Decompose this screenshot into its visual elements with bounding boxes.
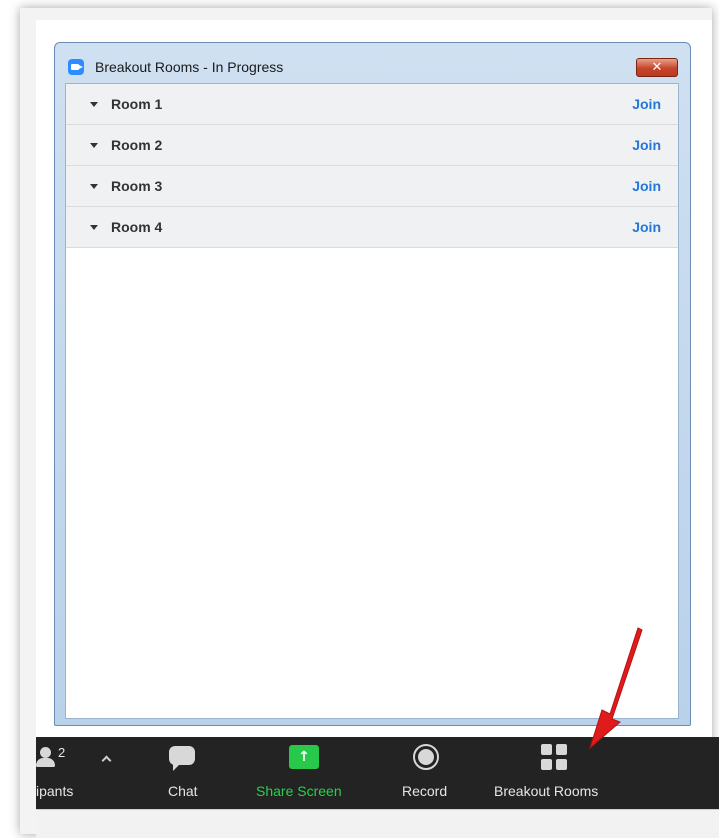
chevron-down-icon[interactable] [90, 225, 98, 230]
room-name: Room 2 [111, 137, 163, 153]
breakout-rooms-window: Breakout Rooms - In Progress ✕ Room 1 Jo… [54, 42, 691, 726]
participants-button[interactable]: 2 ipants [36, 737, 106, 809]
close-button[interactable]: ✕ [636, 58, 678, 77]
red-arrow-annotation [588, 627, 643, 750]
chevron-down-icon[interactable] [90, 184, 98, 189]
breakout-grid-cell [541, 759, 552, 770]
room-row[interactable]: Room 2 Join [66, 125, 678, 166]
caret-up-icon [101, 755, 112, 766]
share-screen-button[interactable]: ↑ Share Screen [256, 737, 356, 809]
chevron-down-icon[interactable] [90, 102, 98, 107]
room-row[interactable]: Room 4 Join [66, 207, 678, 248]
breakout-grid-cell [541, 744, 552, 755]
participants-icon-head [40, 747, 51, 758]
breakout-grid-cell [556, 744, 567, 755]
join-room-2-link[interactable]: Join [632, 137, 661, 153]
room-name: Room 1 [111, 96, 163, 112]
share-screen-icon: ↑ [289, 745, 319, 769]
share-screen-label: Share Screen [256, 783, 342, 799]
chat-icon [169, 746, 195, 771]
bottom-strip [36, 809, 719, 838]
breakout-rooms-icon [541, 744, 567, 770]
record-label: Record [402, 783, 448, 799]
chat-label: Chat [168, 783, 198, 799]
zoom-camera-icon [68, 59, 84, 75]
chat-button[interactable]: Chat [163, 737, 213, 809]
room-list: Room 1 Join Room 2 Join Room 3 Join Room… [65, 83, 679, 719]
join-room-3-link[interactable]: Join [632, 178, 661, 194]
participants-icon [36, 747, 58, 767]
record-icon-dot [418, 749, 434, 765]
room-row[interactable]: Room 1 Join [66, 84, 678, 125]
participants-count: 2 [58, 745, 66, 760]
window-title: Breakout Rooms - In Progress [95, 59, 284, 75]
window-titlebar[interactable]: Breakout Rooms - In Progress ✕ [55, 43, 690, 83]
join-room-1-link[interactable]: Join [632, 96, 661, 112]
room-row[interactable]: Room 3 Join [66, 166, 678, 207]
breakout-grid-cell [556, 759, 567, 770]
record-icon [413, 744, 439, 770]
chevron-down-icon[interactable] [90, 143, 98, 148]
room-name: Room 3 [111, 178, 163, 194]
participants-options-caret[interactable] [100, 753, 114, 767]
participants-icon-body [36, 758, 55, 767]
join-room-4-link[interactable]: Join [632, 219, 661, 235]
room-name: Room 4 [111, 219, 163, 235]
breakout-rooms-label: Breakout Rooms [494, 783, 599, 799]
record-button[interactable]: Record [399, 737, 459, 809]
participants-label: ipants [36, 783, 74, 799]
